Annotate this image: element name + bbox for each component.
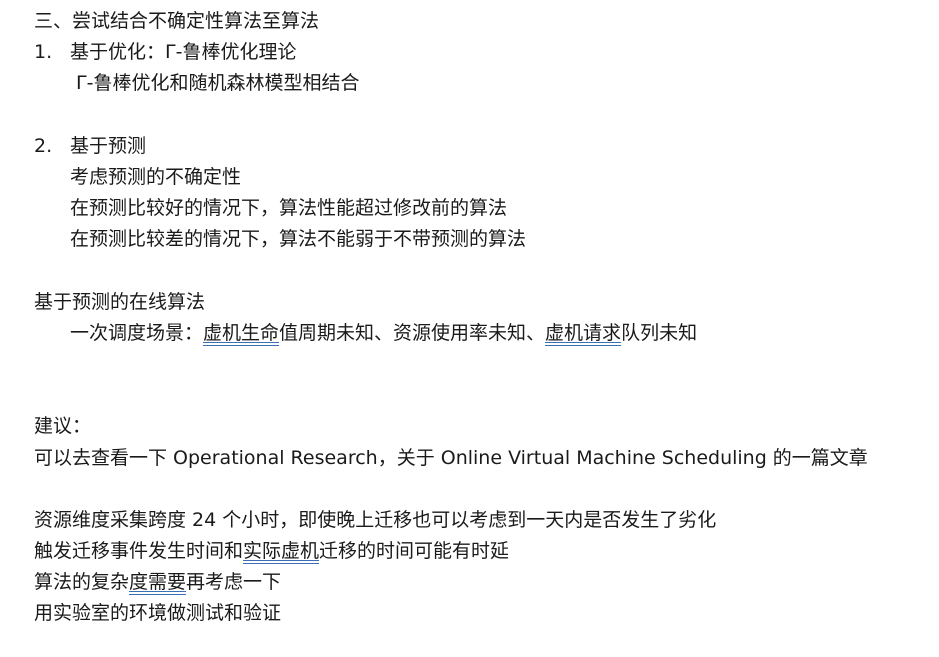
list-item-2-title: 基于预测 [70, 135, 147, 157]
online-algorithm-title: 基于预测的在线算法 [34, 291, 206, 313]
list-item-2: 2. 基于预测 [34, 134, 146, 158]
list-item-2-line-1: 考虑预测的不确定性 [70, 166, 242, 188]
advice-title: 建议： [34, 415, 92, 437]
document-page: 三、尝试结合不确定性算法至算法 1. 基于优化：Γ-鲁棒优化理论 Γ-鲁棒优化和随… [0, 0, 939, 657]
scene-underlined-2: 虚机请求 [545, 322, 622, 344]
list-item-2-line-2: 在预测比较好的情况下，算法性能超过修改前的算法 [70, 197, 508, 219]
list-item-2-line-3: 在预测比较差的情况下，算法不能弱于不带预测的算法 [70, 228, 527, 250]
list-number-2: 2. [34, 135, 53, 157]
list-item-1-sub: Γ-鲁棒优化和随机森林模型相结合 [76, 72, 360, 94]
note-line-2: 触发迁移事件发生时间和实际虚机迁移的时间可能有时延 [34, 539, 509, 563]
scene-prefix: 一次调度场景： [70, 322, 204, 344]
note-line-3: 算法的复杂度需要再考虑一下 [34, 570, 281, 594]
note-3-part-b: 再考虑一下 [186, 571, 282, 593]
note-3-underlined: 度需要 [129, 571, 187, 593]
note-2-underlined: 实际虚机 [243, 540, 320, 562]
section-heading: 三、尝试结合不确定性算法至算法 [34, 10, 320, 32]
note-line-1: 资源维度采集跨度 24 个小时，即使晚上迁移也可以考虑到一天内是否发生了劣化 [34, 509, 717, 531]
list-item-1-title: 基于优化：Γ-鲁棒优化理论 [70, 41, 297, 63]
scene-suffix: 队列未知 [621, 322, 698, 344]
scene-underlined-1: 虚机生命 [203, 322, 280, 344]
note-2-part-b: 迁移的时间可能有时延 [319, 540, 510, 562]
note-3-part-a: 算法的复杂 [34, 571, 130, 593]
note-line-4: 用实验室的环境做测试和验证 [34, 602, 282, 624]
advice-line: 可以去查看一下 Operational Research，关于 Online V… [34, 447, 868, 469]
list-item-1: 1. 基于优化：Γ-鲁棒优化理论 [34, 40, 296, 64]
scheduling-scene-line: 一次调度场景：虚机生命值周期未知、资源使用率未知、虚机请求队列未知 [70, 321, 697, 345]
scene-middle: 值周期未知、资源使用率未知、 [279, 322, 546, 344]
list-number-1: 1. [34, 41, 53, 63]
note-2-part-a: 触发迁移事件发生时间和 [34, 540, 244, 562]
